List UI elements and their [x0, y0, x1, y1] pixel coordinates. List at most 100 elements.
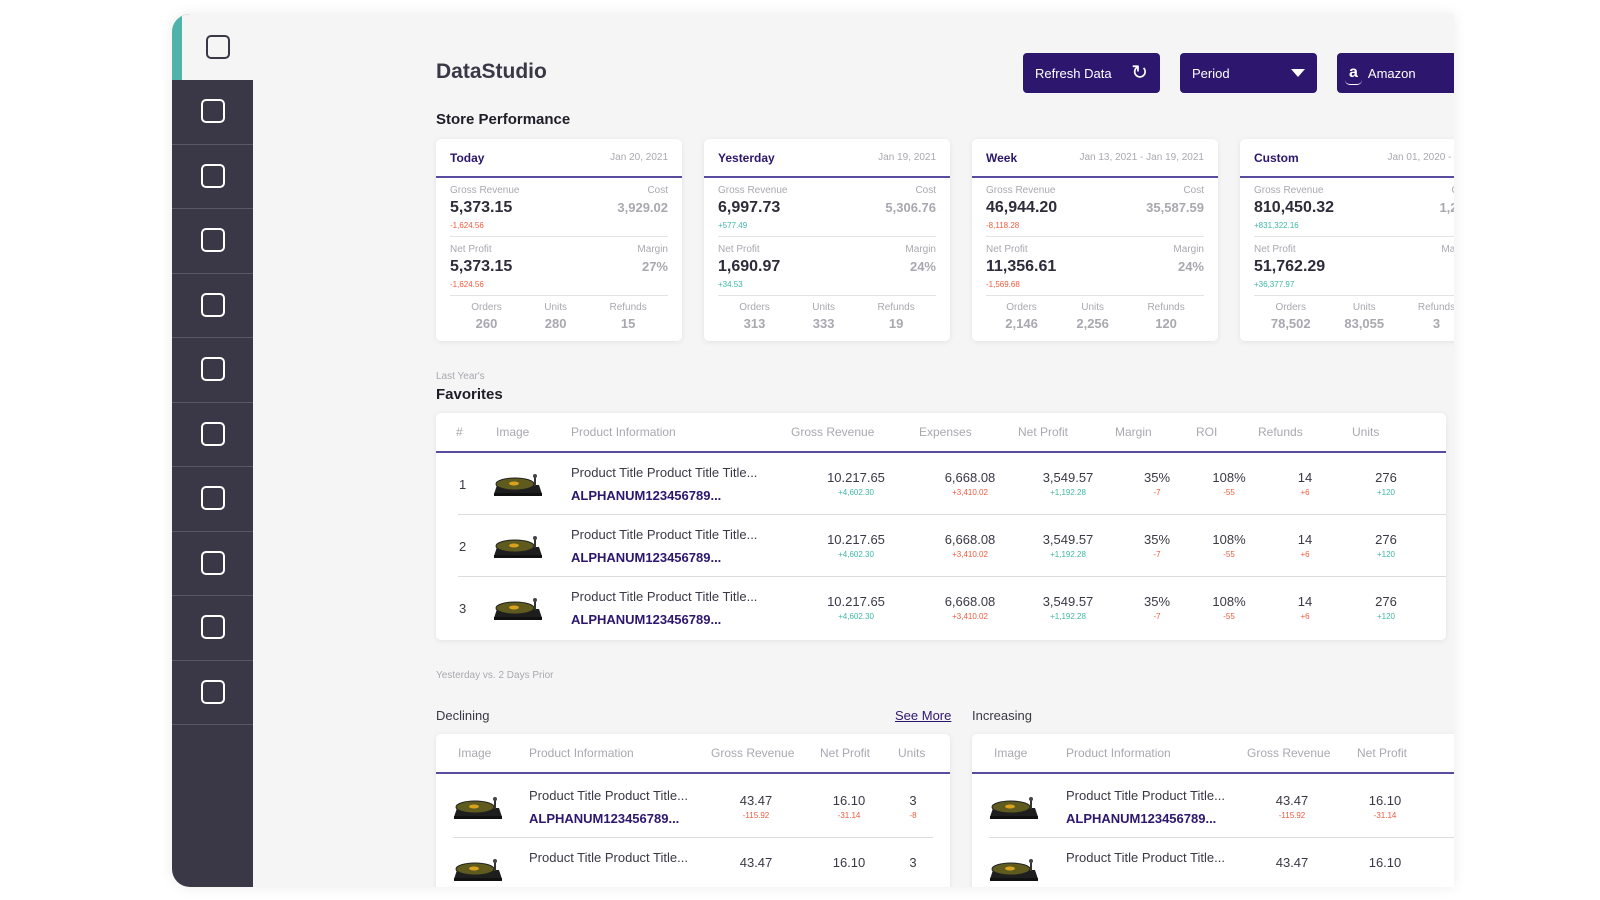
gross-revenue-value: 10.217.65: [827, 532, 885, 547]
stat-orders-label: Orders: [739, 302, 770, 313]
margin-label: Margin: [1441, 244, 1454, 255]
square-icon: [200, 292, 225, 317]
performance-card-week[interactable]: Week Jan 13, 2021 - Jan 19, 2021 Gross Rev…: [972, 139, 1218, 341]
gross-revenue-delta: +4,602.30: [838, 488, 874, 497]
product-title[interactable]: Product Title Product Title Title...: [571, 527, 757, 542]
sidebar-item-5[interactable]: [172, 272, 253, 338]
product-title[interactable]: Product Title Product Title...: [529, 788, 688, 803]
column-header[interactable]: Gross Revenue: [1247, 746, 1330, 760]
column-header[interactable]: Net Profit: [1018, 425, 1068, 439]
amazon-marketplace-button[interactable]: a Amazon: [1337, 53, 1454, 93]
product-title[interactable]: Product Title Product Title...: [1066, 788, 1225, 803]
performance-card-today[interactable]: Today Jan 20, 2021 Gross Revenue Cost 5,373.…: [436, 139, 682, 341]
product-image: [493, 533, 543, 559]
table-row[interactable]: 2 Product Title Product Title Title... ALP…: [458, 515, 1446, 577]
performance-card-custom[interactable]: Custom Jan 01, 2020 - Dec Gross Revenue Cos…: [1240, 139, 1454, 341]
table-row[interactable]: Product Title Product Title... 43.47 16.10: [989, 838, 1454, 887]
cell-gross-revenue: 43.47 -115.92: [1252, 793, 1332, 820]
gross-revenue-block: Gross Revenue Cost 810,450.32 1,298 +831,322…: [1254, 178, 1454, 237]
cell-units: 3 -8: [873, 793, 950, 820]
product-title[interactable]: Product Title Product Title...: [529, 850, 688, 865]
product-sku[interactable]: ALPHANUM123456789...: [529, 811, 679, 826]
net-profit-value: 16.10: [1368, 793, 1402, 808]
stat-orders-value: 313: [743, 316, 766, 331]
column-header[interactable]: Product Information: [571, 425, 676, 439]
sidebar-item-11[interactable]: [172, 659, 253, 725]
column-header[interactable]: Refunds: [1258, 425, 1303, 439]
period-dropdown[interactable]: Period: [1180, 53, 1317, 93]
caret-down-icon: [1291, 69, 1305, 77]
product-sku[interactable]: ALPHANUM123456789...: [571, 550, 721, 565]
units-delta: +120: [1376, 550, 1396, 559]
sidebar-item-9[interactable]: [172, 530, 253, 596]
performance-card-yesterday[interactable]: Yesterday Jan 19, 2021 Gross Revenue Cost 6,…: [704, 139, 950, 341]
sidebar-item-3[interactable]: [172, 143, 253, 209]
column-header[interactable]: Units: [1352, 425, 1379, 439]
column-header[interactable]: Gross Revenue: [711, 746, 794, 760]
gross-revenue-label: Gross Revenue: [718, 185, 788, 196]
units-delta: -8: [909, 811, 917, 820]
gross-revenue-value: 46,944.20: [986, 199, 1058, 216]
product-sku[interactable]: ALPHANUM123456789...: [571, 612, 721, 627]
sidebar-item-4[interactable]: [172, 208, 253, 274]
column-header[interactable]: Image: [994, 746, 1027, 760]
main-content: DataStudio Refresh Data ↻ Period a Amazo…: [253, 14, 1454, 887]
sidebar-item-8[interactable]: [172, 466, 253, 532]
gross-revenue-delta: -8,118.28: [986, 221, 1020, 230]
gross-revenue-delta: +577.49: [718, 221, 748, 230]
table-row[interactable]: 3 Product Title Product Title Title... ALP…: [458, 577, 1446, 639]
stat-orders-value: 2,146: [1005, 316, 1038, 331]
cell-units: 276 +120: [1326, 594, 1446, 621]
sidebar-item-1[interactable]: [172, 14, 253, 80]
column-header[interactable]: #: [456, 425, 463, 439]
card-period: Week: [986, 150, 1018, 165]
product-title[interactable]: Product Title Product Title Title...: [571, 465, 757, 480]
units-value: 276: [1375, 532, 1397, 547]
table-row[interactable]: Product Title Product Title... ALPHANUM12…: [989, 776, 1454, 838]
stat-units: Units 83,055: [1344, 302, 1384, 331]
table-row[interactable]: 1 Product Title Product Title Title... ALP…: [458, 453, 1446, 515]
column-header[interactable]: Gross Revenue: [791, 425, 874, 439]
gross-revenue-value: 5,373.15: [450, 199, 513, 216]
sidebar-item-7[interactable]: [172, 401, 253, 467]
gross-revenue-block: Gross Revenue Cost 5,373.15 3,929.02 -1,624.…: [450, 178, 668, 237]
favorites-title: Favorites: [436, 386, 503, 403]
product-image: [493, 471, 543, 497]
store-performance-title: Store Performance: [436, 111, 571, 128]
cost-label: Cost: [915, 185, 936, 196]
column-header[interactable]: Margin: [1115, 425, 1152, 439]
card-stats: Orders 260 Units 280 Refunds 15: [450, 302, 668, 331]
gross-revenue-delta: +4,602.30: [838, 612, 874, 621]
card-header: Custom Jan 01, 2020 - Dec: [1240, 139, 1454, 178]
see-more-link[interactable]: See More: [895, 708, 951, 723]
card-header: Week Jan 13, 2021 - Jan 19, 2021: [972, 139, 1218, 178]
product-title[interactable]: Product Title Product Title Title...: [571, 589, 757, 604]
column-header[interactable]: ROI: [1196, 425, 1217, 439]
card-stats: Orders 78,502 Units 83,055 Refunds 3: [1254, 302, 1454, 331]
sidebar-item-6[interactable]: [172, 337, 253, 403]
favorites-table-header: # Image Product Information Gross Revenue Ex…: [436, 413, 1446, 453]
stat-refunds: Refunds 19: [877, 302, 914, 331]
column-header[interactable]: Product Information: [1066, 746, 1171, 760]
column-header[interactable]: Image: [496, 425, 529, 439]
table-row[interactable]: Product Title Product Title... 43.47 16.10…: [453, 838, 933, 887]
cell-units: 276 +120: [1326, 470, 1446, 497]
gross-revenue-value: 43.47: [739, 855, 773, 870]
column-header[interactable]: Net Profit: [1357, 746, 1407, 760]
product-sku[interactable]: ALPHANUM123456789...: [1066, 811, 1216, 826]
sidebar-item-2[interactable]: [172, 79, 253, 145]
refresh-data-button[interactable]: Refresh Data ↻: [1023, 53, 1160, 93]
product-title[interactable]: Product Title Product Title...: [1066, 850, 1225, 865]
column-header[interactable]: Units: [898, 746, 925, 760]
column-header[interactable]: Image: [458, 746, 491, 760]
column-header[interactable]: Expenses: [919, 425, 972, 439]
cell-gross-revenue: 10.217.65 +4,602.30: [796, 532, 916, 559]
table-row[interactable]: Product Title Product Title... ALPHANUM12…: [453, 776, 933, 838]
column-header[interactable]: Product Information: [529, 746, 634, 760]
stat-units-label: Units: [812, 302, 836, 313]
square-icon: [200, 163, 225, 188]
column-header[interactable]: Net Profit: [820, 746, 870, 760]
cost-label: Cost: [1451, 185, 1454, 196]
sidebar-item-10[interactable]: [172, 595, 253, 661]
product-sku[interactable]: ALPHANUM123456789...: [571, 488, 721, 503]
